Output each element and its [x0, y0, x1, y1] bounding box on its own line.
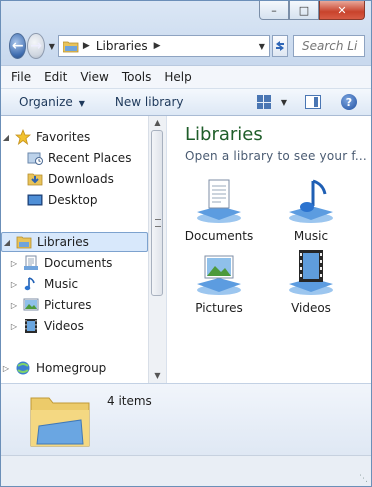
tree-item-recent-places[interactable]: Recent Places	[1, 148, 148, 168]
menu-tools[interactable]: Tools	[122, 70, 152, 84]
menu-bar: File Edit View Tools Help	[1, 65, 371, 89]
refresh-button[interactable]	[271, 35, 288, 57]
libraries-folder-icon	[62, 41, 79, 52]
favorites-label: Favorites	[36, 130, 91, 144]
tree-item-music[interactable]: ▷ Music	[1, 274, 148, 294]
forward-button[interactable]: →	[27, 33, 45, 59]
collapse-arrow-icon[interactable]: ◢	[1, 133, 11, 142]
collapse-arrow-icon[interactable]: ◢	[2, 238, 12, 247]
breadcrumb-libraries[interactable]: Libraries	[96, 39, 148, 53]
expand-arrow-icon[interactable]: ▷	[1, 364, 11, 373]
documents-icon	[23, 255, 39, 271]
explorer-window: – □ ✕ ← → ▼ ▶ Libraries ▶ ▼ File	[0, 0, 372, 487]
library-label: Documents	[184, 229, 254, 243]
library-label: Videos	[291, 301, 331, 315]
maximize-button[interactable]: □	[289, 1, 319, 20]
preview-pane-icon[interactable]	[305, 95, 321, 109]
breadcrumb-arrow-icon[interactable]: ▶	[154, 41, 161, 51]
tree-item-favorites[interactable]: ◢ Favorites	[1, 127, 148, 147]
homegroup-icon	[15, 360, 31, 376]
library-tile-videos[interactable]: Videos	[268, 250, 354, 315]
downloads-label: Downloads	[48, 172, 114, 186]
recent-places-label: Recent Places	[48, 151, 132, 165]
refresh-icon	[275, 41, 284, 51]
music-library-icon	[285, 178, 337, 226]
menu-file[interactable]: File	[11, 70, 31, 84]
change-view-icon[interactable]	[256, 95, 271, 109]
status-bar: ⋱	[1, 455, 371, 486]
videos-label: Videos	[44, 319, 84, 333]
documents-label: Documents	[44, 256, 113, 270]
organize-label: Organize	[19, 95, 73, 109]
tree-item-homegroup[interactable]: ▷ Homegroup	[1, 358, 148, 378]
homegroup-label: Homegroup	[36, 361, 107, 375]
help-icon[interactable]: ?	[341, 94, 357, 110]
back-button[interactable]: ←	[9, 33, 27, 59]
details-pane: 4 items	[1, 383, 371, 455]
menu-edit[interactable]: Edit	[44, 70, 67, 84]
libraries-label: Libraries	[37, 235, 89, 249]
library-label: Pictures	[195, 301, 243, 315]
tree-item-downloads[interactable]: Downloads	[1, 169, 148, 189]
tree-item-libraries[interactable]: ◢ Libraries	[1, 232, 148, 252]
scrollbar-thumb[interactable]	[151, 130, 163, 296]
menu-view[interactable]: View	[80, 70, 108, 84]
downloads-folder-icon	[27, 171, 43, 187]
library-label: Music	[293, 229, 329, 243]
tree-item-desktop[interactable]: Desktop	[1, 190, 148, 210]
window-controls: – □ ✕	[259, 1, 365, 21]
close-button[interactable]: ✕	[319, 1, 365, 20]
page-subtitle: Open a library to see your f...	[185, 149, 367, 163]
view-controls: ▼ ?	[256, 94, 357, 110]
desktop-label: Desktop	[48, 193, 98, 207]
address-bar[interactable]: ▶ Libraries ▶ ▼	[57, 35, 270, 57]
expand-arrow-icon[interactable]: ▷	[9, 322, 19, 331]
chevron-down-icon: ▼	[78, 99, 85, 108]
library-tile-pictures[interactable]: Pictures	[176, 250, 262, 315]
documents-library-icon	[193, 178, 245, 226]
expand-arrow-icon[interactable]: ▷	[9, 301, 19, 310]
desktop-icon	[27, 192, 43, 208]
navigation-pane: ◢ Favorites Recent Places Downloads Desk…	[1, 116, 148, 383]
item-count: 4 items	[107, 394, 152, 408]
nav-pane-scrollbar[interactable]: ▲ ▼	[148, 116, 166, 383]
library-tile-music[interactable]: Music	[268, 178, 354, 243]
library-tile-documents[interactable]: Documents	[176, 178, 262, 243]
navigation-bar: ← → ▼ ▶ Libraries ▶ ▼	[9, 31, 365, 61]
expand-arrow-icon[interactable]: ▷	[9, 259, 19, 268]
music-note-icon	[23, 276, 39, 292]
music-label: Music	[44, 277, 79, 291]
view-options-dropdown-icon[interactable]: ▼	[281, 98, 287, 107]
tree-item-videos[interactable]: ▷ Videos	[1, 316, 148, 336]
libraries-folder-icon	[30, 397, 90, 447]
breadcrumb-arrow-icon[interactable]: ▶	[83, 41, 90, 51]
expand-arrow-icon[interactable]: ▷	[9, 280, 19, 289]
menu-help[interactable]: Help	[164, 70, 191, 84]
page-title: Libraries	[185, 124, 263, 145]
command-bar: Organize ▼ New library ▼ ?	[1, 89, 371, 116]
scroll-up-arrow-icon[interactable]: ▲	[149, 116, 166, 130]
star-icon	[15, 129, 31, 145]
scroll-down-arrow-icon[interactable]: ▼	[149, 369, 166, 383]
minimize-button[interactable]: –	[259, 1, 289, 20]
resize-grip-icon[interactable]: ⋱	[359, 474, 368, 484]
recent-pages-dropdown-icon[interactable]: ▼	[49, 42, 55, 51]
content-pane: Libraries Open a library to see your f..…	[166, 116, 371, 383]
pictures-icon	[23, 297, 39, 313]
pictures-label: Pictures	[44, 298, 92, 312]
organize-button[interactable]: Organize ▼	[19, 95, 85, 109]
tree-item-pictures[interactable]: ▷ Pictures	[1, 295, 148, 315]
tree-item-documents[interactable]: ▷ Documents	[1, 253, 148, 273]
grip-icon	[155, 219, 161, 227]
search-box[interactable]	[293, 35, 365, 57]
film-strip-icon	[23, 318, 39, 334]
search-input[interactable]	[300, 38, 364, 54]
new-library-button[interactable]: New library	[115, 95, 184, 109]
libraries-folder-icon	[16, 234, 32, 250]
videos-library-icon	[285, 250, 337, 298]
recent-places-icon	[27, 150, 43, 166]
address-dropdown-icon[interactable]: ▼	[259, 42, 265, 51]
pictures-library-icon	[193, 250, 245, 298]
